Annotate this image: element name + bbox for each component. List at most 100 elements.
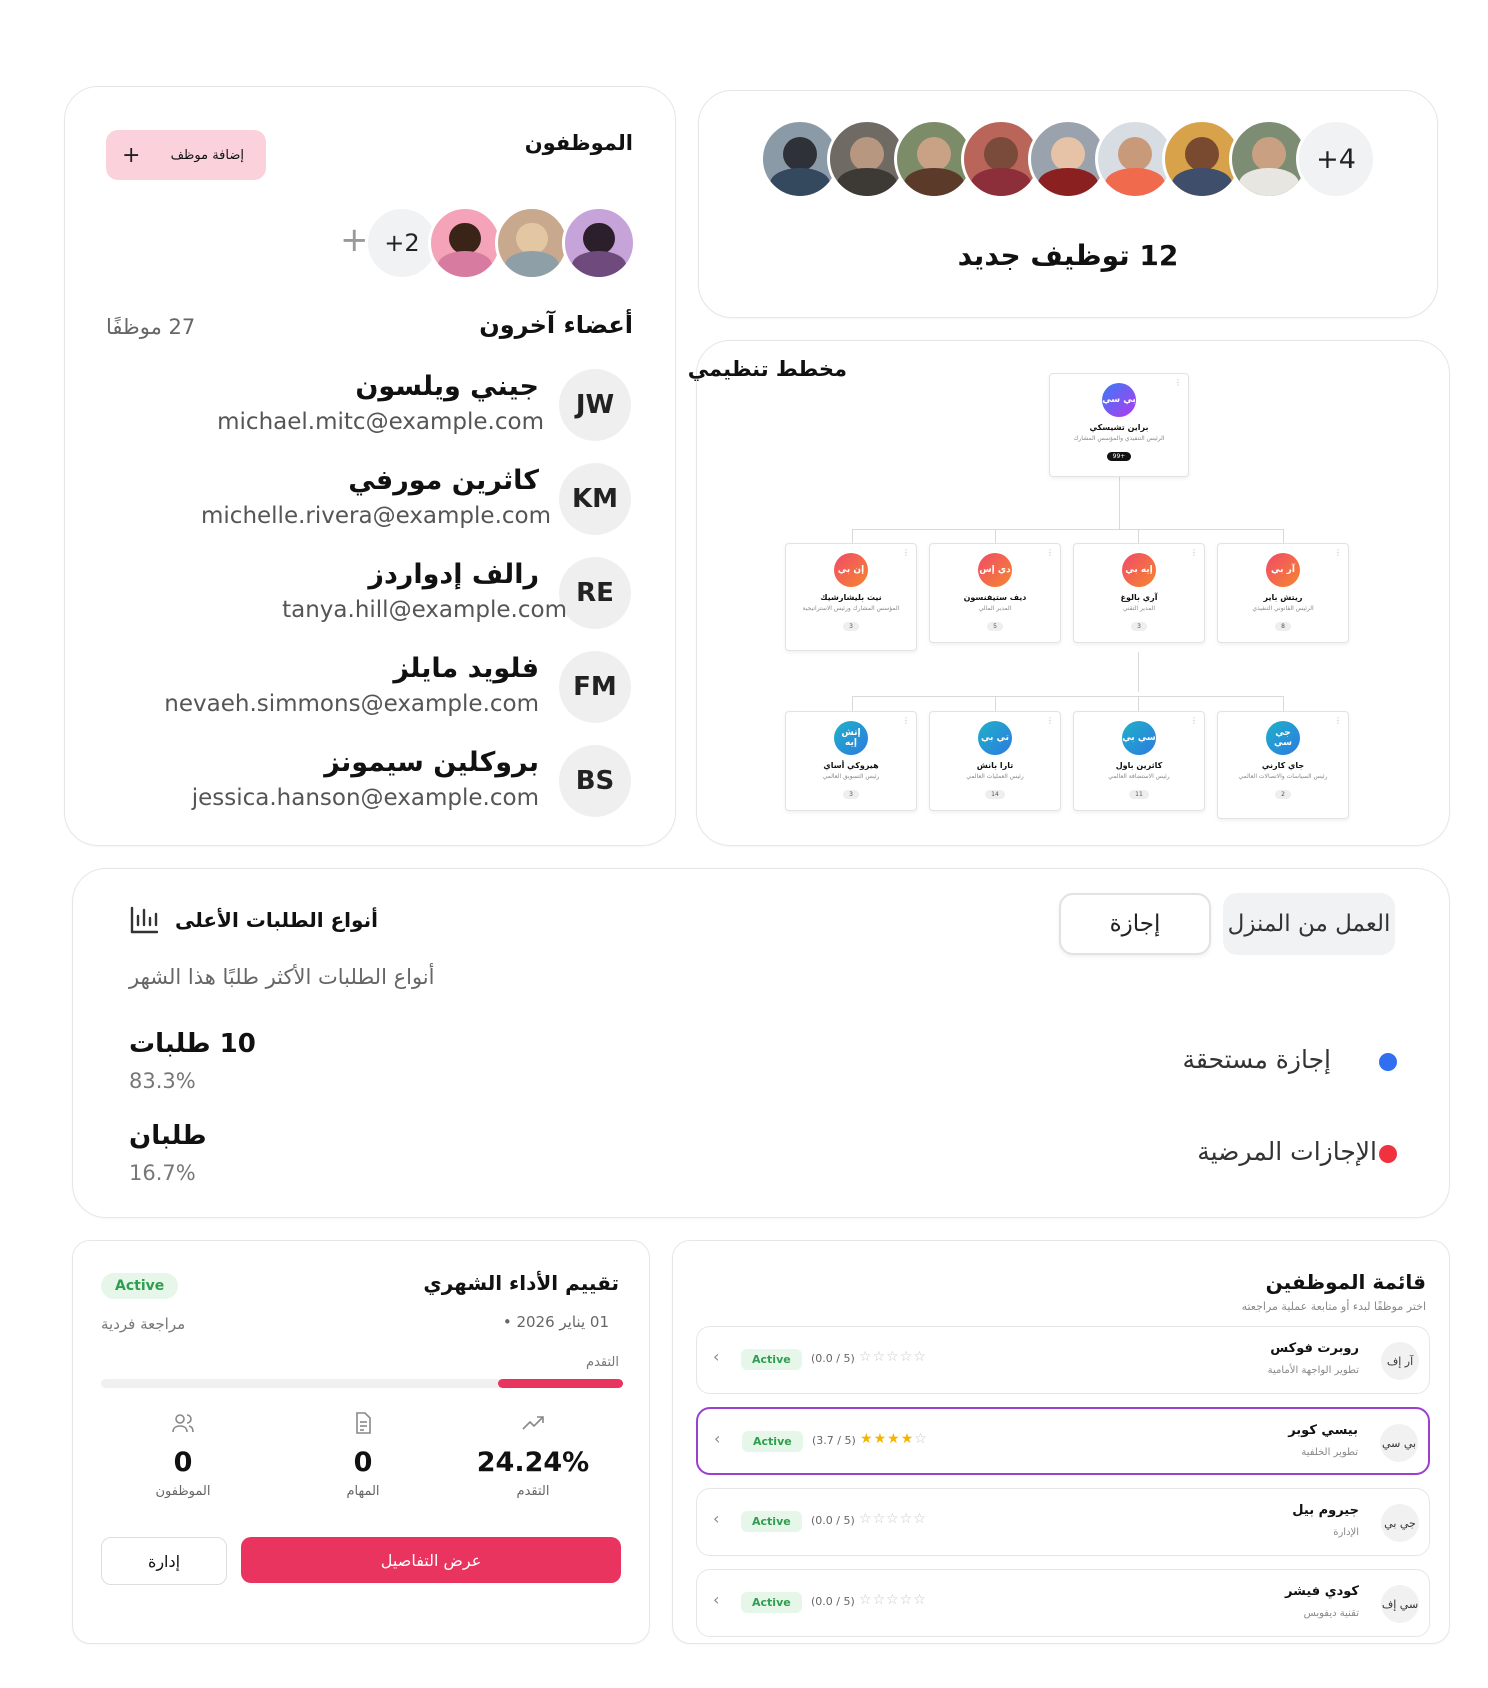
- member-initials: FM: [559, 651, 631, 723]
- employee-name: كودي فيشر: [1285, 1584, 1359, 1599]
- rating-score: (3.7 / 5): [812, 1434, 856, 1447]
- stat-employees: 0 الموظفون: [133, 1411, 233, 1499]
- hires-more-count[interactable]: +4: [1296, 119, 1376, 199]
- star-icon: ☆: [899, 1592, 914, 1608]
- request-count: طلبان: [129, 1121, 207, 1151]
- star-icon: ★: [860, 1431, 874, 1447]
- employee-row[interactable]: جي بي جيروم بيل الإدارة Active (0.0 / 5)…: [696, 1488, 1430, 1556]
- chevron-left-icon[interactable]: ‹: [714, 1429, 720, 1448]
- status-badge: Active: [741, 1349, 802, 1370]
- progress-label: التقدم: [586, 1355, 619, 1370]
- employee-name: روبرت فوكس: [1270, 1341, 1359, 1356]
- employee-name: جيروم بيل: [1292, 1503, 1359, 1518]
- connector-line: [1283, 696, 1284, 711]
- request-count: 10 طلبات: [129, 1029, 256, 1059]
- node-avatar: إن بي: [834, 553, 868, 587]
- node-badge: 3: [1131, 622, 1147, 631]
- star-icon: ★: [900, 1431, 915, 1447]
- star-icon: ☆: [913, 1592, 927, 1608]
- connector-line: [852, 696, 1284, 697]
- more-icon[interactable]: ⋮: [902, 548, 910, 557]
- more-icon[interactable]: ⋮: [902, 716, 910, 725]
- tab-leave[interactable]: إجازة: [1059, 893, 1211, 955]
- org-node[interactable]: ⋮ دي إس ديف ستيفنسون المدير المالي 5: [929, 543, 1061, 643]
- member-email: tanya.hill@example.com: [282, 597, 567, 623]
- request-types-header: أنواع الطلبات الأعلى: [129, 905, 378, 935]
- employee-row[interactable]: سي إف كودي فيشر تقنية ديفوبس Active (0.0…: [696, 1569, 1430, 1637]
- node-name: نيت بليشارشيك: [820, 593, 882, 602]
- member-name: بروكلين سيمونز: [324, 747, 539, 778]
- manage-button[interactable]: إدارة: [101, 1537, 227, 1585]
- node-role: المدير التقني: [1122, 605, 1156, 612]
- star-icon: ☆: [886, 1349, 900, 1365]
- more-icon[interactable]: ⋮: [1190, 548, 1198, 557]
- node-role: رئيس العمليات العالمي: [966, 773, 1024, 780]
- node-badge: 2: [1275, 790, 1291, 799]
- more-icon[interactable]: ⋮: [1334, 548, 1342, 557]
- tab-work-from-home[interactable]: العمل من المنزل: [1223, 893, 1395, 955]
- connector-line: [995, 529, 996, 543]
- stat-label: المهام: [346, 1484, 380, 1499]
- star-rating: ☆☆☆☆☆: [859, 1592, 927, 1608]
- employee-list-subtitle: اختر موظفًا لبدء أو متابعة عملية مراجعته: [1241, 1300, 1426, 1313]
- others-title: أعضاء آخرون: [479, 311, 633, 339]
- node-role: المدير المالي: [978, 605, 1012, 612]
- connector-line: [995, 696, 996, 711]
- chevron-left-icon[interactable]: ‹: [713, 1347, 719, 1366]
- node-role: رئيس الاستضافة العالمي: [1108, 773, 1170, 780]
- request-types-subtitle: أنواع الطلبات الأكثر طلبًا هذا الشهر: [129, 965, 435, 989]
- star-icon: ☆: [886, 1592, 900, 1608]
- org-node[interactable]: ⋮ تي بي تارا بانش رئيس العمليات العالمي …: [929, 711, 1061, 811]
- stat-label: الموظفون: [155, 1484, 211, 1499]
- org-node[interactable]: ⋮ جي سي جاي كارني رئيس السياسات والاتصال…: [1217, 711, 1349, 819]
- org-node[interactable]: ⋮ آر بي ريتش باير الرئيس القانوني التنفي…: [1217, 543, 1349, 643]
- node-badge: 5: [987, 622, 1003, 631]
- star-icon: ★: [873, 1431, 888, 1447]
- connector-line: [1283, 529, 1284, 543]
- add-employee-button[interactable]: + إضافة موظف: [106, 130, 266, 180]
- rating-score: (0.0 / 5): [811, 1595, 855, 1608]
- node-badge: 11: [1129, 790, 1149, 799]
- more-icon[interactable]: ⋮: [1046, 548, 1054, 557]
- more-icon[interactable]: ⋮: [1334, 716, 1342, 725]
- node-avatar: آر بي: [1266, 553, 1300, 587]
- member-email: michael.mitc@example.com: [217, 409, 544, 435]
- more-icon[interactable]: ⋮: [1046, 716, 1054, 725]
- more-icon[interactable]: ⋮: [1190, 716, 1198, 725]
- chevron-left-icon[interactable]: ‹: [713, 1509, 719, 1528]
- stat-progress: 24.24% التقدم: [463, 1411, 603, 1499]
- node-name: تارا بانش: [976, 761, 1014, 770]
- star-icon: ☆: [859, 1592, 873, 1608]
- chevron-left-icon[interactable]: ‹: [713, 1590, 719, 1609]
- node-badge: 3: [843, 790, 859, 799]
- star-rating: ★★★★☆: [860, 1431, 928, 1447]
- node-badge: 8: [1275, 622, 1291, 631]
- employee-row[interactable]: آر إف روبرت فوكس تطوير الواجهة الأمامية …: [696, 1326, 1430, 1394]
- progress-fill: [497, 1379, 623, 1388]
- rating-score: (0.0 / 5): [811, 1352, 855, 1365]
- node-role: المؤسس المشارك ورئيس الاستراتيجية: [802, 605, 900, 612]
- node-name: براين تشيسكي: [1089, 423, 1149, 432]
- member-name: رالف إدواردز: [368, 559, 539, 590]
- status-badge: Active: [741, 1592, 802, 1613]
- member-initials: BS: [559, 745, 631, 817]
- org-node[interactable]: ⋮ سي بي كاثرين باول رئيس الاستضافة العال…: [1073, 711, 1205, 811]
- org-node[interactable]: ⋮ إن بي نيت بليشارشيك المؤسس المشارك ورئ…: [785, 543, 917, 651]
- org-node-root[interactable]: ⋮ بي سي براين تشيسكي الرئيس التنفيذي وال…: [1049, 373, 1189, 477]
- org-node[interactable]: ⋮ إيه بي آري بالوغ المدير التقني 3: [1073, 543, 1205, 643]
- plus-icon: +: [122, 142, 141, 168]
- node-name: كاثرين باول: [1115, 761, 1163, 770]
- view-details-button[interactable]: عرض التفاصيل: [241, 1537, 621, 1583]
- member-email: michelle.rivera@example.com: [201, 503, 551, 529]
- node-badge: 99+: [1106, 452, 1132, 461]
- employee-row-selected[interactable]: بي سي بيسي كوبر تطوير الخلفية Active (3.…: [696, 1407, 1430, 1475]
- more-icon[interactable]: ⋮: [1174, 378, 1182, 387]
- avatar: [428, 206, 502, 280]
- org-node[interactable]: ⋮ إتش إيه هيروكي أساي رئيس التسويق العال…: [785, 711, 917, 811]
- member-email: jessica.hanson@example.com: [191, 785, 539, 811]
- employee-role: الإدارة: [1333, 1527, 1359, 1538]
- star-rating: ☆☆☆☆☆: [859, 1349, 927, 1365]
- status-badge: Active: [741, 1511, 802, 1532]
- employee-role: تقنية ديفوبس: [1303, 1608, 1359, 1619]
- connector-line: [1119, 477, 1120, 529]
